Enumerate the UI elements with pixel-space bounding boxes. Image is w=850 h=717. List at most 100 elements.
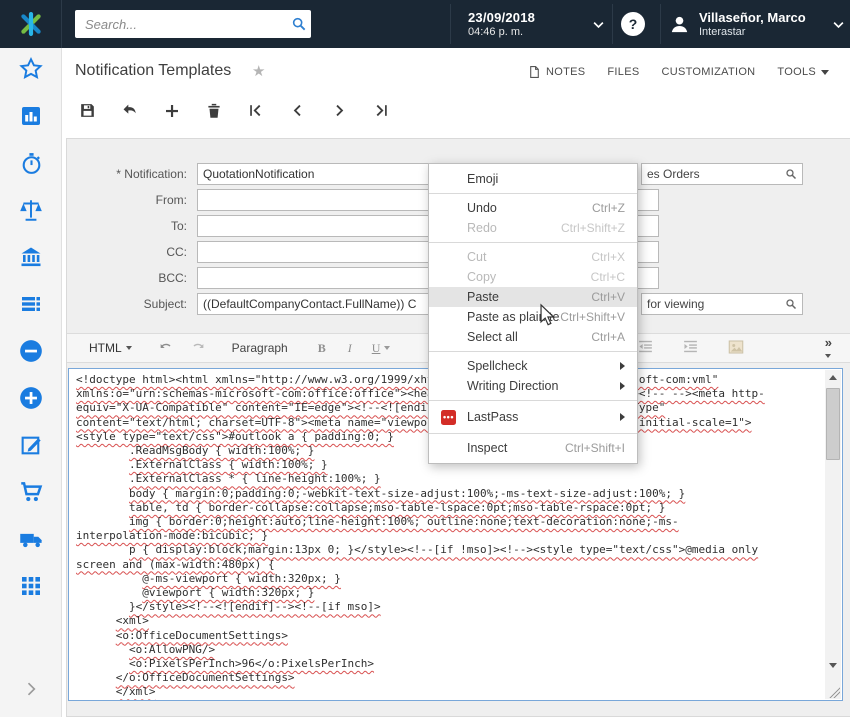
menu-item-label: Writing Direction: [467, 379, 612, 393]
search-icon[interactable]: [287, 16, 311, 32]
sidebar-item-bar-chart[interactable]: [0, 95, 62, 142]
indent-button[interactable]: [682, 338, 699, 358]
minus-circle-icon: [18, 338, 44, 369]
prev-icon: [289, 102, 306, 124]
menu-item-shortcut: Ctrl+Shift+I: [565, 441, 625, 455]
editor-mode-dropdown[interactable]: HTML: [89, 341, 132, 355]
bold-button[interactable]: B: [318, 341, 326, 356]
menu-item-select-all[interactable]: Select allCtrl+A: [429, 327, 637, 347]
chevron-down-icon: [825, 354, 831, 358]
report-lookup[interactable]: for viewing: [641, 293, 803, 315]
code-line: <o:AllowPNG/>: [76, 643, 822, 657]
user-menu[interactable]: Villaseñor, Marco Interastar: [668, 6, 846, 42]
sidebar-item-stopwatch[interactable]: [0, 142, 62, 189]
underline-button[interactable]: U: [372, 341, 391, 356]
menu-item-spellcheck[interactable]: Spellcheck: [429, 356, 637, 376]
sidebar-item-cart[interactable]: [0, 471, 62, 518]
field-label: CC:: [71, 245, 187, 259]
code-line: p { display:block;margin:13px 0; }</styl…: [76, 543, 822, 557]
menu-item-label: Copy: [467, 270, 591, 284]
notes-button[interactable]: NOTES: [528, 65, 585, 79]
more-tools-button[interactable]: »: [825, 337, 832, 359]
page-title: Notification Templates: [75, 62, 231, 80]
code-line: </xml>: [76, 685, 822, 699]
save-icon: [78, 101, 97, 125]
editor-scrollbar[interactable]: [825, 370, 841, 699]
code-line: </o:OfficeDocumentSettings>: [76, 671, 822, 685]
chevron-down-icon: [831, 17, 846, 32]
magnifier-icon[interactable]: [785, 298, 797, 310]
menu-item-writing-direction[interactable]: Writing Direction: [429, 376, 637, 396]
sidebar-item-minus-circle[interactable]: [0, 330, 62, 377]
add-button[interactable]: [162, 104, 181, 123]
delete-icon: [205, 102, 223, 125]
screen-lookup[interactable]: es Orders: [641, 163, 803, 185]
menu-item-undo[interactable]: UndoCtrl+Z: [429, 198, 637, 218]
image-button[interactable]: [727, 338, 745, 359]
menu-item-emoji[interactable]: Emoji: [429, 169, 637, 189]
app-logo[interactable]: [0, 0, 62, 48]
sidebar-item-grid[interactable]: [0, 565, 62, 612]
sidebar-item-plus-circle[interactable]: [0, 377, 62, 424]
menu-item-label: Emoji: [467, 172, 625, 186]
search-input[interactable]: [75, 17, 287, 32]
topbar-divider: [660, 4, 661, 44]
business-date-selector[interactable]: 23/09/2018 04:46 p. m.: [458, 7, 606, 41]
first-button[interactable]: [246, 104, 265, 123]
compose-icon: [19, 433, 44, 463]
magnifier-icon[interactable]: [785, 168, 797, 180]
report-lookup-value: for viewing: [647, 297, 785, 311]
menu-item-paste-as-plain-text[interactable]: Paste as plain textCtrl+Shift+V: [429, 307, 637, 327]
sidebar-item-chevron-right[interactable]: [0, 668, 62, 715]
field-label: * Notification:: [71, 167, 187, 181]
code-line: @viewport { width:320px; }: [76, 586, 822, 600]
code-line: screen and (max-width:480px) {: [76, 558, 822, 572]
resize-handle-icon[interactable]: [828, 686, 840, 698]
menu-separator: [429, 433, 637, 434]
paragraph-style-dropdown[interactable]: Paragraph: [232, 341, 288, 355]
help-button[interactable]: ?: [621, 12, 645, 36]
prev-button[interactable]: [288, 104, 307, 123]
editor-redo-button[interactable]: [190, 340, 206, 356]
sidebar-item-scales[interactable]: [0, 189, 62, 236]
indent-icon: [682, 338, 699, 358]
global-search: [75, 10, 311, 38]
delete-button[interactable]: [204, 104, 223, 123]
italic-button[interactable]: I: [348, 341, 352, 356]
tools-button[interactable]: TOOLS: [777, 66, 829, 78]
menu-item-shortcut: Ctrl+V: [591, 290, 625, 304]
star-icon: [18, 56, 44, 87]
next-icon: [331, 102, 348, 124]
menu-item-shortcut: Ctrl+Shift+Z: [561, 221, 625, 235]
bank-icon: [19, 245, 43, 274]
undo-icon: [120, 101, 139, 125]
sidebar-item-compose[interactable]: [0, 424, 62, 471]
editor-undo-button[interactable]: [158, 340, 174, 356]
menu-item-lastpass[interactable]: •••LastPass: [429, 405, 637, 429]
chevron-down-icon: [384, 346, 390, 350]
submenu-arrow-icon: [620, 382, 625, 390]
menu-item-shortcut: Ctrl+X: [591, 250, 625, 264]
sidebar-item-star[interactable]: [0, 48, 62, 95]
scroll-down-button[interactable]: [825, 658, 841, 673]
menu-item-label: Select all: [467, 330, 591, 344]
document-icon: [528, 65, 541, 79]
sidebar-item-truck[interactable]: [0, 518, 62, 565]
scroll-up-button[interactable]: [825, 370, 841, 385]
files-button[interactable]: FILES: [607, 66, 639, 78]
list-icon: [19, 292, 43, 321]
customization-button[interactable]: CUSTOMIZATION: [661, 66, 755, 78]
next-button[interactable]: [330, 104, 349, 123]
last-button[interactable]: [372, 104, 391, 123]
undo-button[interactable]: [120, 104, 139, 123]
save-button[interactable]: [78, 104, 97, 123]
menu-item-inspect[interactable]: InspectCtrl+Shift+I: [429, 438, 637, 458]
sidebar-item-bank[interactable]: [0, 236, 62, 283]
sidebar-item-list[interactable]: [0, 283, 62, 330]
field-label-text: To:: [171, 219, 187, 233]
scrollbar-thumb[interactable]: [826, 388, 840, 460]
outdent-button[interactable]: [637, 338, 654, 358]
menu-item-paste[interactable]: PasteCtrl+V: [429, 287, 637, 307]
favorite-star-icon[interactable]: ★: [252, 62, 265, 80]
truck-icon: [18, 526, 45, 558]
